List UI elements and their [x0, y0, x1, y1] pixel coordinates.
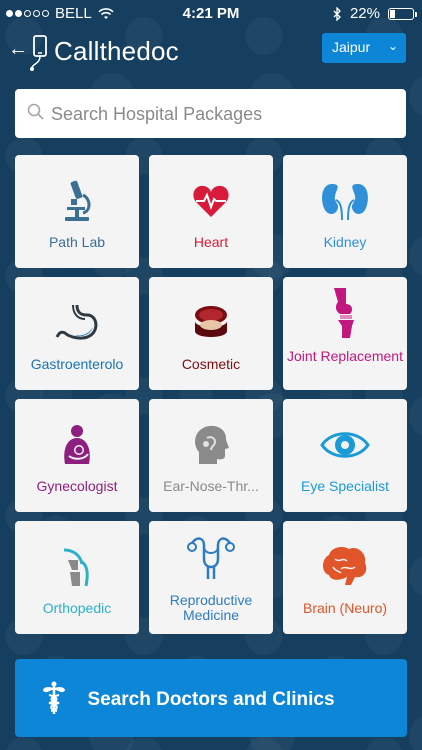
category-label: Brain (Neuro) — [302, 601, 388, 616]
mother-baby-icon — [64, 425, 90, 464]
category-orthopedic[interactable]: Orthopedic — [15, 521, 139, 634]
category-label: Cosmetic — [181, 357, 241, 372]
heart-icon — [193, 185, 229, 217]
category-label: Heart — [193, 235, 229, 250]
category-label: Joint Replacement — [287, 349, 403, 364]
category-grid: Path Lab Heart Kidney Gastroenterolo Cos… — [15, 155, 407, 634]
search-input[interactable] — [49, 101, 393, 127]
search-doctors-label: Search Doctors and Clinics — [87, 689, 335, 710]
category-heart[interactable]: Heart — [149, 155, 273, 268]
category-eye-specialist[interactable]: Eye Specialist — [283, 399, 407, 512]
category-label: Kidney — [323, 235, 367, 250]
category-kidney[interactable]: Kidney — [283, 155, 407, 268]
category-label: Ear-Nose-Thr... — [163, 479, 259, 494]
category-brain-neuro[interactable]: Brain (Neuro) — [283, 521, 407, 634]
city-selector[interactable]: Jaipur ⌄ — [322, 33, 406, 63]
package-search-box[interactable] — [15, 89, 406, 138]
search-doctors-button[interactable]: Search Doctors and Clinics — [15, 659, 407, 737]
category-ent[interactable]: Ear-Nose-Thr... — [149, 399, 273, 512]
battery-icon — [388, 7, 417, 20]
microscope-icon — [65, 180, 91, 221]
battery-percent: 22% — [349, 5, 380, 22]
back-arrow-icon[interactable]: ← — [8, 38, 28, 61]
category-label: Eye Specialist — [301, 479, 389, 494]
app-header: ← Callthedoc Jaipur ⌄ — [0, 30, 422, 74]
category-label: Reproductive Medicine — [169, 593, 253, 623]
city-label: Jaipur — [332, 39, 371, 55]
head-profile-icon — [195, 425, 229, 464]
category-gynecologist[interactable]: Gynecologist — [15, 399, 139, 512]
category-label: Gastroenterolo — [30, 357, 124, 372]
phone-stethoscope-icon — [30, 35, 47, 71]
search-icon — [27, 103, 44, 120]
knee-joint-icon — [334, 288, 354, 338]
category-gastroenterology[interactable]: Gastroenterolo — [15, 277, 139, 390]
brain-icon — [323, 547, 367, 585]
category-label: Gynecologist — [36, 479, 118, 494]
category-reproductive-medicine[interactable]: Reproductive Medicine — [149, 521, 273, 634]
bluetooth-icon — [333, 6, 341, 21]
app-logo-text: Callthedoc — [54, 36, 179, 66]
category-path-lab[interactable]: Path Lab — [15, 155, 139, 268]
category-label: Path Lab — [48, 235, 106, 250]
status-bar: BELL 4:21 PM 22% — [0, 0, 422, 28]
uterus-icon — [187, 537, 235, 579]
category-label: Orthopedic — [42, 601, 112, 616]
chevron-down-icon: ⌄ — [387, 39, 398, 53]
bone-joint-icon — [63, 548, 89, 587]
category-joint-replacement[interactable]: Joint Replacement — [283, 277, 407, 390]
kidney-icon — [322, 184, 368, 221]
compact-icon — [195, 306, 227, 337]
category-cosmetic[interactable]: Cosmetic — [149, 277, 273, 390]
eye-icon — [320, 432, 370, 458]
status-right: 22% — [333, 5, 417, 22]
stomach-icon — [55, 304, 98, 340]
